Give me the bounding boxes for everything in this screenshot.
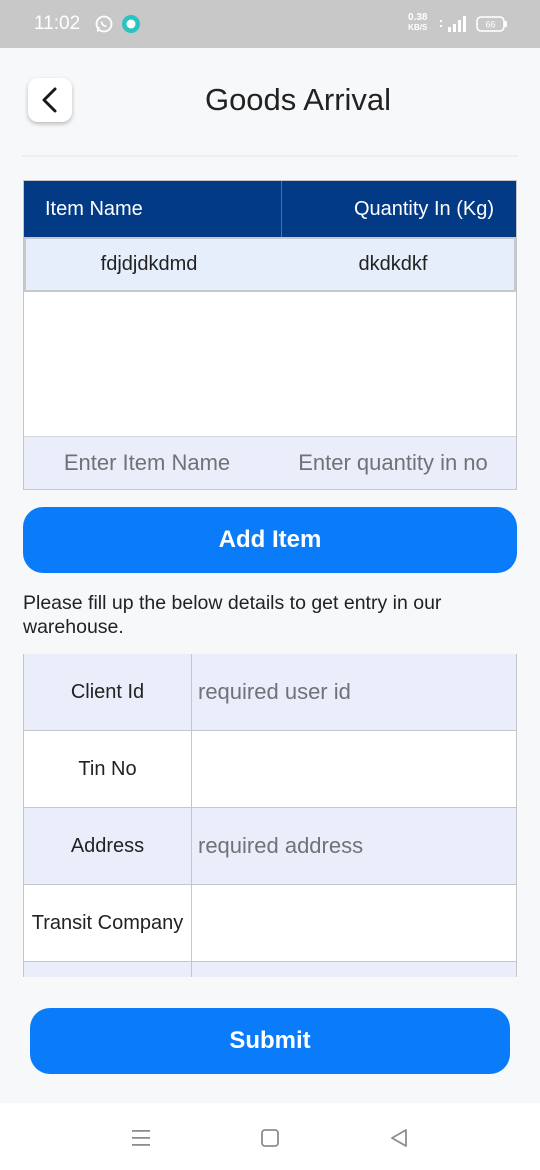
network-speed: 0.38 KB/S <box>408 13 427 33</box>
tin-no-input[interactable] <box>198 756 516 782</box>
items-table-header: Item Name Quantity In (Kg) <box>24 181 516 237</box>
page-title: Goods Arrival <box>204 82 392 117</box>
address-input[interactable] <box>198 833 516 859</box>
whatsapp-icon <box>95 15 113 33</box>
message-icon <box>122 15 140 33</box>
transit-company-input[interactable] <box>198 910 516 936</box>
form-row-tin-no: Tin No <box>24 731 516 808</box>
tin-no-label: Tin No <box>24 731 192 807</box>
next-field-label <box>24 962 192 977</box>
item-quantity-cell: dkdkdkf <box>358 253 428 275</box>
client-id-input[interactable] <box>198 679 516 705</box>
form-row-next <box>24 962 516 977</box>
form-row-transit-company: Transit Company <box>24 885 516 962</box>
client-id-label: Client Id <box>24 654 192 730</box>
signal-icon <box>440 16 466 32</box>
details-form: Client Id Tin No Address Transit Company <box>23 654 517 977</box>
menu-icon[interactable] <box>130 1127 152 1149</box>
status-time: 11:02 <box>34 13 81 34</box>
info-text: Please fill up the below details to get … <box>23 592 442 638</box>
item-quantity-input[interactable] <box>270 450 516 476</box>
system-nav-bar <box>0 1103 540 1170</box>
network-speed-unit: KB/S <box>408 23 428 32</box>
column-header-quantity: Quantity In (Kg) <box>353 197 494 220</box>
new-item-input-row <box>24 436 516 489</box>
home-square-icon[interactable] <box>259 1127 281 1149</box>
form-row-client-id: Client Id <box>24 654 516 731</box>
items-table: Item Name Quantity In (Kg) fdjdjdkdmd dk… <box>23 180 517 490</box>
header-divider <box>22 155 518 157</box>
back-triangle-icon[interactable] <box>388 1127 410 1149</box>
item-name-input[interactable] <box>24 450 270 476</box>
transit-company-label: Transit Company <box>24 885 192 961</box>
status-bar: 11:02 0.38 KB/S 66 <box>0 0 540 48</box>
add-item-button[interactable]: Add Item <box>23 507 517 573</box>
submit-button[interactable]: Submit <box>30 1008 510 1074</box>
battery-level: 66 <box>485 20 495 30</box>
table-row[interactable]: fdjdjdkdmd dkdkdkf <box>24 237 516 292</box>
column-header-item-name: Item Name <box>24 181 282 237</box>
address-label: Address <box>24 808 192 884</box>
item-name-cell: fdjdjdkdmd <box>100 253 198 275</box>
battery-icon: 66 <box>476 15 508 33</box>
network-speed-value: 0.38 <box>408 12 428 23</box>
form-row-address: Address <box>24 808 516 885</box>
